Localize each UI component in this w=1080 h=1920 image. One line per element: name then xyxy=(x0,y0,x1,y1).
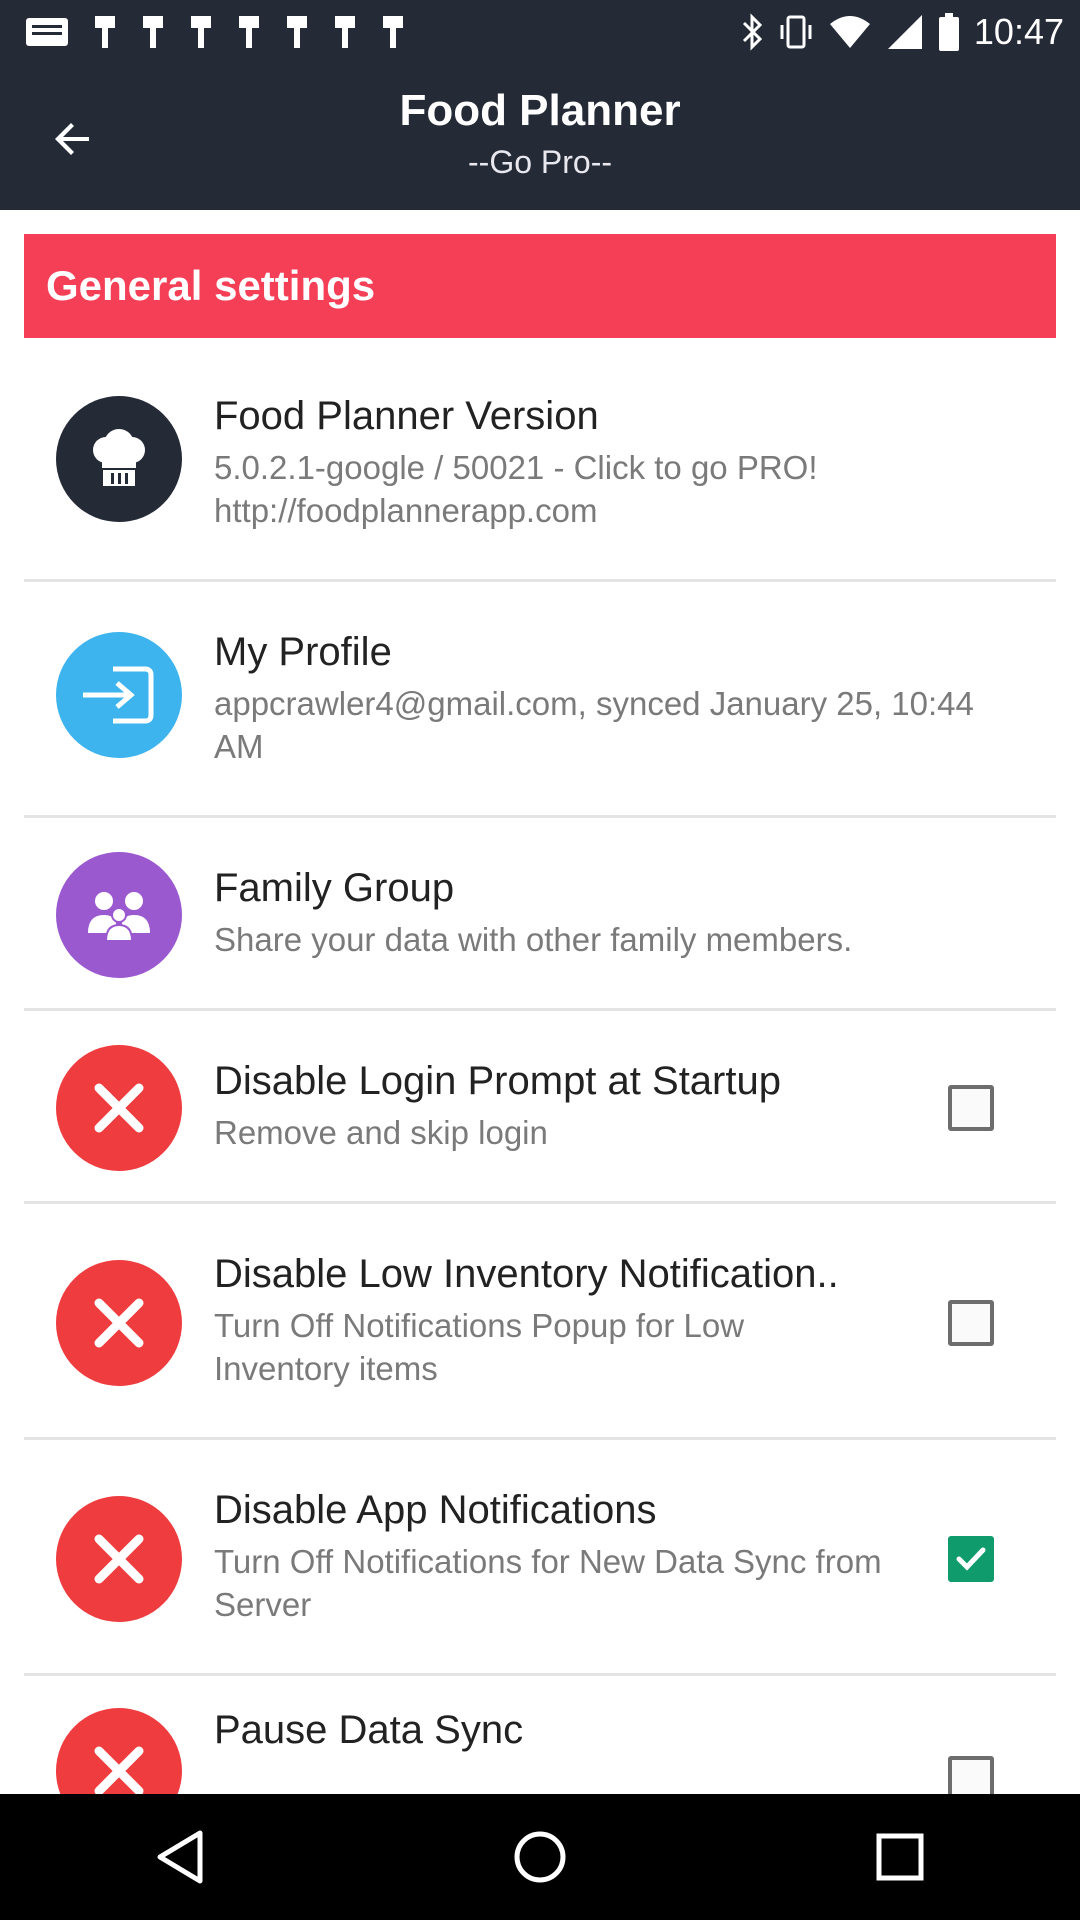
setting-subtitle: Turn Off Notifications for New Data Sync… xyxy=(214,1543,882,1623)
setting-title: Food Planner Version xyxy=(214,394,599,438)
disable-low-inventory-checkbox[interactable] xyxy=(948,1300,994,1346)
setting-row-disable-low-inventory[interactable]: Disable Low Inventory Notification.. Tur… xyxy=(24,1204,1056,1440)
setting-subtitle: appcrawler4@gmail.com, synced January 25… xyxy=(214,685,974,765)
notification-icon xyxy=(191,16,211,48)
disable-icon-circle xyxy=(56,1260,182,1386)
nav-recents-button[interactable] xyxy=(845,1802,955,1912)
setting-title: Disable App Notifications xyxy=(214,1488,657,1532)
setting-title: Pause Data Sync xyxy=(214,1708,524,1752)
setting-row-version[interactable]: Food Planner Version 5.0.2.1-google / 50… xyxy=(24,346,1056,582)
notification-icon xyxy=(335,16,355,48)
family-icon xyxy=(88,892,150,942)
notification-icon xyxy=(95,16,115,48)
close-icon xyxy=(94,1083,144,1133)
setting-row-family-group[interactable]: Family Group Share your data with other … xyxy=(24,818,1056,1011)
bluetooth-icon xyxy=(742,13,763,51)
setting-row-profile[interactable]: My Profile appcrawler4@gmail.com, synced… xyxy=(24,582,1056,818)
back-triangle-icon xyxy=(157,1830,203,1884)
profile-icon-circle xyxy=(56,632,182,758)
message-icon xyxy=(26,18,68,46)
recents-square-icon xyxy=(876,1833,924,1881)
family-group-text: Family Group Share your data with other … xyxy=(214,864,1016,961)
version-icon-circle xyxy=(56,396,182,522)
app-bar: Food Planner --Go Pro-- xyxy=(0,64,1080,210)
close-icon xyxy=(94,1298,144,1348)
nav-home-button[interactable] xyxy=(485,1802,595,1912)
pause-data-sync-text: Pause Data Sync xyxy=(214,1706,886,1754)
disable-login-prompt-text: Disable Login Prompt at Startup Remove a… xyxy=(214,1057,886,1154)
checkmark-icon xyxy=(956,1547,986,1571)
system-nav-bar xyxy=(0,1794,1080,1920)
close-icon xyxy=(94,1534,144,1584)
go-pro-link[interactable]: --Go Pro-- xyxy=(0,140,1080,184)
setting-subtitle: Share your data with other family member… xyxy=(214,921,853,958)
home-circle-icon xyxy=(514,1831,566,1883)
setting-title: Disable Login Prompt at Startup xyxy=(214,1059,781,1103)
notification-icon xyxy=(287,16,307,48)
disable-low-inventory-text: Disable Low Inventory Notification.. Tur… xyxy=(214,1250,886,1390)
disable-icon-circle xyxy=(56,1496,182,1622)
setting-row-disable-login-prompt[interactable]: Disable Login Prompt at Startup Remove a… xyxy=(24,1011,1056,1204)
notification-icon xyxy=(383,16,403,48)
signal-icon xyxy=(887,15,922,49)
page-title: Food Planner xyxy=(399,86,681,135)
close-icon xyxy=(94,1746,144,1794)
section-header-general-settings: General settings xyxy=(24,234,1056,338)
status-time: 10:47 xyxy=(973,11,1064,52)
wifi-icon xyxy=(829,16,870,48)
setting-subtitle: Remove and skip login xyxy=(214,1114,548,1151)
disable-app-notifications-text: Disable App Notifications Turn Off Notif… xyxy=(214,1486,886,1626)
title-block: Food Planner --Go Pro-- xyxy=(0,84,1080,184)
settings-content[interactable]: General settings Food Planner Version 5.… xyxy=(0,210,1080,1794)
status-system-icons: 10:47 xyxy=(740,11,1064,53)
profile-text: My Profile appcrawler4@gmail.com, synced… xyxy=(214,628,1016,768)
status-bar: 10:47 xyxy=(0,0,1080,64)
chef-hat-icon xyxy=(93,429,145,486)
pause-data-sync-checkbox[interactable] xyxy=(948,1756,994,1794)
version-text: Food Planner Version 5.0.2.1-google / 50… xyxy=(214,392,1016,532)
family-icon-circle xyxy=(56,852,182,978)
setting-subtitle: 5.0.2.1-google / 50021 - Click to go PRO… xyxy=(214,449,818,529)
setting-row-pause-data-sync[interactable]: Pause Data Sync xyxy=(24,1676,1056,1794)
disable-app-notifications-checkbox[interactable] xyxy=(948,1536,994,1582)
setting-subtitle: Turn Off Notifications Popup for Low Inv… xyxy=(214,1307,745,1387)
setting-title: My Profile xyxy=(214,630,392,674)
disable-icon-circle xyxy=(56,1045,182,1171)
disable-login-prompt-checkbox[interactable] xyxy=(948,1085,994,1131)
setting-title: Family Group xyxy=(214,866,455,910)
battery-icon xyxy=(938,13,959,51)
vibrate-icon xyxy=(780,15,812,49)
disable-icon-circle xyxy=(56,1708,182,1794)
status-notifications xyxy=(24,14,406,50)
notification-icon xyxy=(143,16,163,48)
nav-back-button[interactable] xyxy=(125,1802,235,1912)
setting-row-disable-app-notifications[interactable]: Disable App Notifications Turn Off Notif… xyxy=(24,1440,1056,1676)
notification-icon xyxy=(239,16,259,48)
setting-title: Disable Low Inventory Notification.. xyxy=(214,1252,839,1296)
login-icon xyxy=(83,666,154,724)
